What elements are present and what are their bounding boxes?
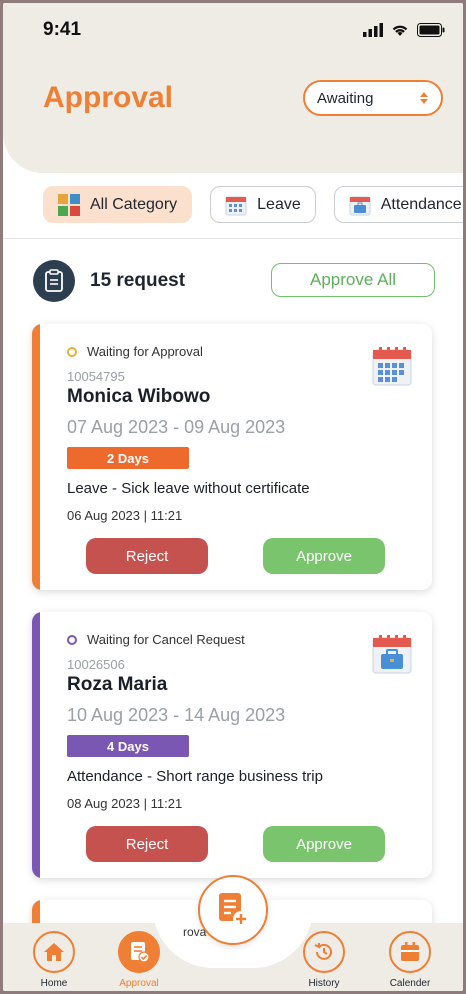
- status-filter-value: Awaiting: [317, 89, 374, 107]
- status-icons: [363, 23, 445, 37]
- nav-calendar-circle: [389, 931, 431, 973]
- request-count: 15 request: [90, 270, 186, 291]
- history-icon: [314, 943, 332, 960]
- chip-label: Attendance: [380, 195, 462, 213]
- employee-id: 10026506: [67, 657, 125, 672]
- briefcase-icon: [349, 196, 371, 215]
- nav-history-label: History: [308, 978, 340, 989]
- calendar-icon: [401, 942, 419, 961]
- nav-calendar[interactable]: Calender: [380, 931, 440, 989]
- request-card[interactable]: Waiting for Approval 10054795 Monica Wib…: [32, 324, 432, 590]
- request-card[interactable]: Waiting for Cancel Request 10026506 Roza…: [32, 612, 432, 878]
- duration-badge: 4 Days: [67, 735, 189, 757]
- nav-approval-circle: [118, 931, 160, 973]
- sort-arrows-icon: [420, 92, 428, 104]
- approval-doc-icon: [131, 942, 150, 963]
- battery-icon: [417, 23, 445, 37]
- add-document-icon: [219, 893, 249, 927]
- request-type: Attendance - Short range business trip: [67, 768, 323, 785]
- signal-icon: [363, 23, 383, 37]
- nav-approval-label: Approval: [119, 978, 159, 989]
- request-status: Waiting for Cancel Request: [67, 632, 245, 647]
- divider: [3, 238, 463, 239]
- status-dot-icon: [67, 634, 77, 645]
- calendar-icon: [372, 347, 412, 386]
- duration-badge: 2 Days: [67, 447, 189, 469]
- date-range: 10 Aug 2023 - 14 Aug 2023: [67, 705, 286, 725]
- card-accent-bar: [32, 324, 40, 590]
- phone-screen: 9:41 Approval Awaiting All Category Leav…: [3, 3, 463, 991]
- date-range: 07 Aug 2023 - 09 Aug 2023: [67, 417, 286, 437]
- status-time: 9:41: [43, 19, 82, 40]
- home-icon: [44, 943, 64, 961]
- page-title: Approval: [43, 81, 174, 114]
- approve-button[interactable]: Approve: [263, 538, 385, 574]
- nav-history-circle: [303, 931, 345, 973]
- nav-home[interactable]: Home: [24, 931, 84, 989]
- status-dot-icon: [67, 346, 77, 357]
- chip-leave[interactable]: Leave: [210, 186, 316, 223]
- clipboard-icon: [33, 260, 75, 302]
- new-request-fab[interactable]: [198, 875, 268, 945]
- reject-button[interactable]: Reject: [86, 826, 208, 862]
- approve-all-button[interactable]: Approve All: [271, 263, 435, 297]
- grid-icon: [58, 193, 80, 216]
- submitted-timestamp: 06 Aug 2023 | 11:21: [67, 508, 183, 523]
- nav-home-circle: [33, 931, 75, 973]
- employee-name: Monica Wibowo: [67, 386, 211, 407]
- briefcase-calendar-icon: [372, 635, 412, 674]
- nav-home-label: Home: [40, 978, 68, 989]
- request-status: Waiting for Approval: [67, 344, 203, 359]
- approve-button[interactable]: Approve: [263, 826, 385, 862]
- category-filter-row: All Category Leave Attendance: [43, 186, 463, 223]
- nav-calendar-label: Calender: [389, 978, 431, 989]
- chip-all-category[interactable]: All Category: [43, 186, 193, 223]
- submitted-timestamp: 08 Aug 2023 | 11:21: [67, 796, 183, 811]
- chip-label: All Category: [90, 195, 178, 213]
- status-filter-dropdown[interactable]: Awaiting: [303, 80, 443, 116]
- calendar-icon: [225, 196, 247, 215]
- nav-approval[interactable]: Approval: [109, 931, 169, 989]
- request-status-text: Waiting for Cancel Request: [87, 632, 245, 647]
- request-status-text: Waiting for Approval: [87, 344, 203, 359]
- request-type: Leave - Sick leave without certificate: [67, 480, 310, 497]
- employee-name: Roza Maria: [67, 674, 168, 695]
- reject-button[interactable]: Reject: [86, 538, 208, 574]
- wifi-icon: [392, 25, 408, 36]
- employee-id: 10054795: [67, 369, 125, 384]
- card-accent-bar: [32, 612, 40, 878]
- chip-attendance[interactable]: Attendance: [333, 186, 463, 223]
- chip-label: Leave: [257, 195, 301, 213]
